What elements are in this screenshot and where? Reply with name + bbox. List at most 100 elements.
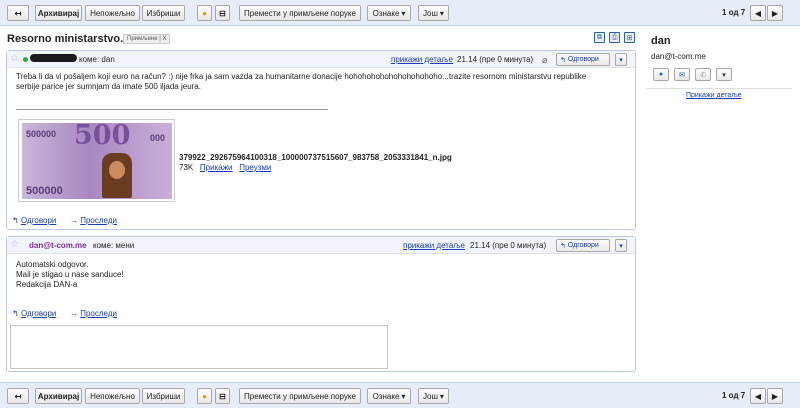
back-button[interactable]: ↤ xyxy=(7,388,29,404)
next-page-button[interactable]: ▶ xyxy=(767,5,783,21)
recipient-line: коме: мени xyxy=(93,241,135,250)
star-icon[interactable]: ☆ xyxy=(10,239,19,250)
contact-details-link[interactable]: Прикажи детаље xyxy=(686,92,741,99)
sidebar-divider xyxy=(646,88,792,89)
new-window-icon[interactable]: ⧉ xyxy=(594,32,605,43)
important-icon: ● xyxy=(202,8,207,18)
important-icon: ● xyxy=(202,391,207,401)
attachment-meta: 73K Прикажи Преузми xyxy=(179,163,271,172)
chevron-down-icon: ▾ xyxy=(619,242,623,250)
archive-button[interactable]: Архивирај xyxy=(35,5,82,21)
reply-button[interactable]: ↰ Одговори xyxy=(556,53,610,66)
message-body-line: Treba li da vi pošaljem koji euro na rač… xyxy=(16,72,587,81)
forward-arrow-icon: → xyxy=(70,309,78,318)
contact-name: dan xyxy=(651,35,671,47)
reply-button-label: Одговори xyxy=(567,56,599,63)
print-icon[interactable]: ⎙ xyxy=(609,32,620,43)
forward-link[interactable]: → Проследи xyxy=(70,216,117,225)
task-icon: ⊟ xyxy=(219,391,226,401)
next-page-button[interactable]: ▶ xyxy=(767,388,783,404)
move-to-inbox-button[interactable]: Премести у примљене поруке xyxy=(239,388,361,404)
not-spam-button[interactable]: Непожељно xyxy=(85,388,140,404)
task-button[interactable]: ⊟ xyxy=(215,5,230,21)
chevron-right-icon: ▶ xyxy=(771,8,779,18)
reply-arrow-icon: ↰ xyxy=(560,56,566,64)
banknote-face xyxy=(109,161,125,179)
attachment-clip-icon: ⌀ xyxy=(542,55,548,65)
labels-dropdown-label: Ознаке xyxy=(372,391,400,401)
message-body-line: serbije parice jer sumnjam da imate 500 … xyxy=(16,82,201,91)
message-header[interactable]: ☆ коме: dan прикажи детаље 21.14 (пре 0 … xyxy=(7,51,635,68)
email-button[interactable]: ✉ xyxy=(674,68,690,81)
message-time: 21.14 (пре 0 минута) xyxy=(457,55,534,64)
message-body-line: Mail je stigao u nase sanduce! xyxy=(16,270,124,279)
task-icon: ⊟ xyxy=(219,8,226,18)
reply-arrow-icon: ↰ xyxy=(12,216,19,225)
envelope-icon: ✉ xyxy=(679,71,685,79)
bottom-toolbar: ↤ Архивирај Непожељно Избриши ● ⊟ Премес… xyxy=(0,382,800,408)
delete-button[interactable]: Избриши xyxy=(142,5,185,21)
attachment-download-link[interactable]: Преузми xyxy=(239,163,271,172)
message-more-dropdown[interactable]: ▾ xyxy=(615,53,627,66)
more-dropdown-label: Још xyxy=(423,8,438,18)
chevron-left-icon: ◀ xyxy=(754,8,762,18)
show-details-link[interactable]: прикажи детаље xyxy=(403,241,465,250)
top-toolbar: ↤ Архивирај Непожељно Избриши ● ⊟ Премес… xyxy=(0,0,800,26)
chat-bubble-icon: ● xyxy=(658,71,664,78)
move-to-inbox-button[interactable]: Премести у примљене поруке xyxy=(239,5,361,21)
contact-email: dan@t-com.me xyxy=(651,52,706,61)
forward-link[interactable]: → Проследи xyxy=(70,309,117,318)
task-button[interactable]: ⊟ xyxy=(215,388,230,404)
banknote-corner-right: 000 xyxy=(150,133,166,143)
labels-dropdown[interactable]: Ознаке xyxy=(367,5,411,21)
pager-count: 1 од 7 xyxy=(722,8,746,17)
reply-link[interactable]: ↰ Одговори xyxy=(12,309,56,318)
attachment-view-link[interactable]: Прикажи xyxy=(200,163,233,172)
message-header[interactable]: ☆ dan@t-com.me коме: мени прикажи детаље… xyxy=(7,237,635,254)
message-time: 21.14 (пре 0 минута) xyxy=(470,241,547,250)
delete-button[interactable]: Избриши xyxy=(142,388,185,404)
sender-email: dan@t-com.me xyxy=(29,241,87,250)
message-body-line: Automatski odgovor. xyxy=(16,260,89,269)
show-details-link[interactable]: прикажи детаље xyxy=(391,55,453,64)
message-body: Automatski odgovor. Mail je stigao u nas… xyxy=(16,260,124,290)
call-button[interactable]: ✆ xyxy=(695,68,711,81)
prev-page-button[interactable]: ◀ xyxy=(750,388,766,404)
phone-icon: ✆ xyxy=(700,71,706,79)
archive-button[interactable]: Архивирај xyxy=(35,388,82,404)
contact-more-dropdown[interactable]: ▾ xyxy=(716,68,732,81)
labels-dropdown-label: Ознаке xyxy=(372,8,400,18)
mark-important-button[interactable]: ● xyxy=(197,5,212,21)
expand-all-icon[interactable]: ⊞ xyxy=(624,32,635,43)
chevron-right-icon: ▶ xyxy=(771,391,779,401)
attachment-thumbnail[interactable]: 500000 500 000 500000 xyxy=(18,119,175,202)
forward-link-label: Проследи xyxy=(80,216,117,225)
sender-name-redacted xyxy=(30,54,77,62)
more-dropdown[interactable]: Још xyxy=(418,388,449,404)
back-button[interactable]: ↤ xyxy=(7,5,29,21)
message-body: Treba li da vi pošaljem koji euro na rač… xyxy=(16,72,626,92)
quick-reply-textarea[interactable] xyxy=(10,325,388,369)
inbox-label-chip[interactable]: Примљене | X xyxy=(123,34,171,44)
arrow-left-icon: ↤ xyxy=(14,391,22,401)
message-more-dropdown[interactable]: ▾ xyxy=(615,239,627,252)
chevron-down-icon: ▾ xyxy=(722,71,726,79)
attachment-size: 73K xyxy=(179,163,194,172)
chevron-left-icon: ◀ xyxy=(754,391,762,401)
mark-important-button[interactable]: ● xyxy=(197,388,212,404)
labels-dropdown[interactable]: Ознаке xyxy=(367,388,411,404)
reply-link-label: Одговори xyxy=(20,216,57,225)
conversation-subject: Resorno ministarstvo. xyxy=(7,33,124,45)
star-icon[interactable]: ☆ xyxy=(10,53,19,64)
reply-button[interactable]: ↰ Одговори xyxy=(556,239,610,252)
attachment-filename: 379922_292675964100318_100000737515607_9… xyxy=(179,153,452,162)
message-body-line: Redakcija DAN-a xyxy=(16,280,78,289)
reply-button-label: Одговори xyxy=(567,242,599,249)
reply-link[interactable]: ↰ Одговори xyxy=(12,216,56,225)
chat-button[interactable]: ● xyxy=(653,68,669,81)
banknote-corner-top: 500000 xyxy=(26,129,57,139)
more-dropdown[interactable]: Још xyxy=(418,5,449,21)
prev-page-button[interactable]: ◀ xyxy=(750,5,766,21)
not-spam-button[interactable]: Непожељно xyxy=(85,5,140,21)
more-dropdown-label: Још xyxy=(423,391,438,401)
